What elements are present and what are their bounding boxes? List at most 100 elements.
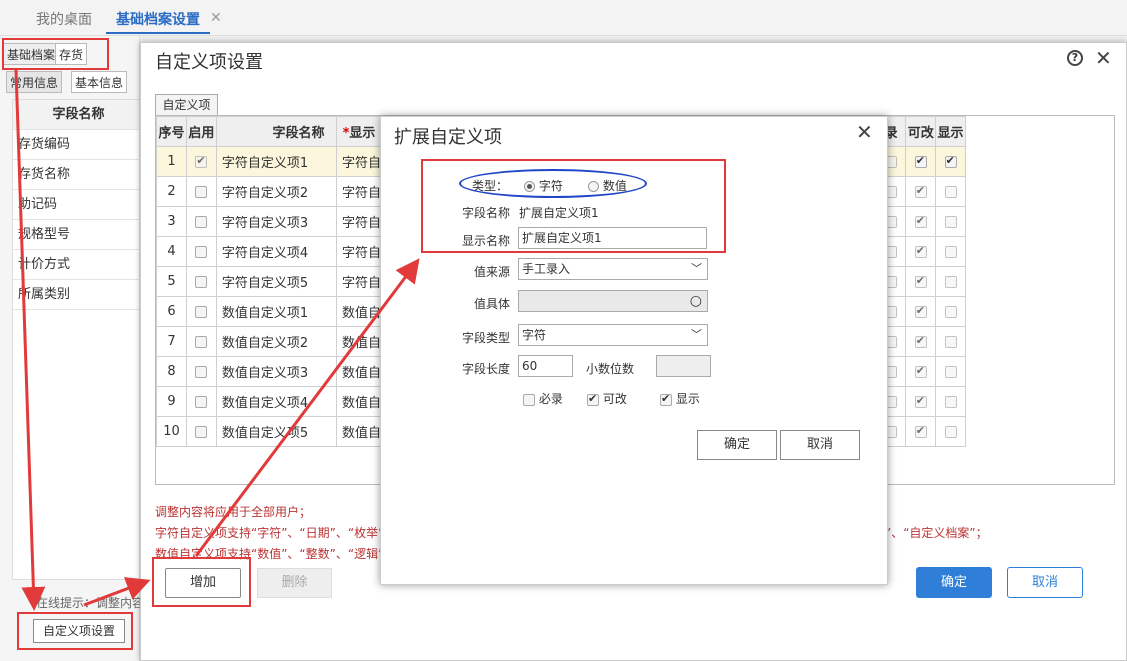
list-item[interactable]: 助记码 — [13, 190, 139, 220]
enabled-cell[interactable] — [185, 386, 217, 417]
table-row[interactable]: 字符自 — [335, 206, 383, 237]
editable-cell[interactable] — [905, 296, 937, 327]
tab-custom-items[interactable]: 自定义项 — [155, 94, 218, 116]
checkbox-icon[interactable] — [944, 215, 957, 228]
field-length-input[interactable]: 60 — [518, 355, 573, 377]
table-row[interactable]: 字符自 — [335, 236, 383, 267]
checkbox-icon[interactable] — [914, 214, 927, 228]
row-display-name[interactable]: 字符自 — [335, 176, 383, 207]
table-row[interactable]: 数值自 — [335, 326, 383, 357]
checkbox-icon[interactable] — [195, 425, 208, 438]
editable-cell[interactable] — [905, 386, 937, 417]
checkbox-icon[interactable] — [944, 305, 957, 318]
enabled-cell[interactable] — [185, 206, 217, 237]
table-row[interactable]: 字符自 — [335, 266, 383, 297]
show-cell[interactable] — [935, 356, 966, 387]
row-display-name[interactable]: 字符自 — [335, 146, 383, 177]
checkbox-icon[interactable] — [914, 424, 927, 438]
table-row[interactable] — [875, 326, 966, 357]
enabled-cell[interactable] — [185, 296, 217, 327]
checkbox-icon[interactable] — [944, 365, 957, 378]
close-icon[interactable]: ✕ — [856, 120, 873, 144]
enabled-cell[interactable] — [185, 266, 217, 297]
table-row[interactable] — [875, 206, 966, 237]
table-row[interactable]: 数值自 — [335, 356, 383, 387]
tab-desktop[interactable]: 我的桌面 — [26, 6, 102, 34]
editable-cell[interactable] — [905, 176, 937, 207]
list-item[interactable]: 所属类别 — [13, 280, 139, 310]
checkbox-icon[interactable] — [195, 245, 208, 258]
row-display-name[interactable]: 数值自 — [335, 386, 383, 417]
table-row[interactable] — [875, 236, 966, 267]
row-display-name[interactable]: 字符自 — [335, 266, 383, 297]
table-row[interactable]: 数值自 — [335, 416, 383, 447]
show-cell[interactable] — [935, 176, 966, 207]
value-source-select[interactable]: 手工录入 ﹀ — [518, 258, 708, 280]
editable-cell[interactable] — [905, 416, 937, 447]
cancel-button[interactable]: 取消 — [1007, 567, 1083, 598]
checkbox-icon[interactable] — [944, 395, 957, 408]
close-tab-icon[interactable]: ✕ — [210, 10, 222, 26]
checkbox-icon[interactable] — [914, 184, 927, 198]
checkbox-icon[interactable] — [914, 244, 927, 258]
show-cell[interactable] — [935, 236, 966, 267]
list-item[interactable]: 计价方式 — [13, 250, 139, 280]
show-cell[interactable] — [935, 146, 966, 177]
field-type-select[interactable]: 字符 ﹀ — [518, 324, 708, 346]
ext-cancel-button[interactable]: 取消 — [780, 430, 860, 460]
table-row[interactable] — [875, 386, 966, 417]
table-row[interactable]: 数值自 — [335, 386, 383, 417]
table-row[interactable]: 数值自 — [335, 296, 383, 327]
checkbox-icon[interactable] — [914, 394, 927, 408]
checkbox-icon[interactable] — [914, 304, 927, 318]
enabled-cell[interactable] — [185, 176, 217, 207]
ext-confirm-button[interactable]: 确定 — [697, 430, 777, 460]
editable-cell[interactable] — [905, 326, 937, 357]
row-display-name[interactable]: 字符自 — [335, 206, 383, 237]
enabled-cell[interactable] — [185, 146, 217, 177]
checkbox-icon[interactable] — [195, 275, 208, 288]
delete-button[interactable]: 删除 — [257, 568, 332, 598]
row-display-name[interactable]: 数值自 — [335, 356, 383, 387]
editable-cell[interactable] — [905, 146, 937, 177]
checkbox-icon[interactable] — [914, 274, 927, 288]
table-row[interactable]: 字符自 — [335, 146, 383, 177]
row-display-name[interactable]: 字符自 — [335, 236, 383, 267]
show-cell[interactable] — [935, 266, 966, 297]
checkbox-icon[interactable] — [195, 215, 208, 228]
show-cell[interactable] — [935, 206, 966, 237]
checkbox-icon[interactable] — [944, 154, 957, 168]
checkbox-icon[interactable] — [195, 365, 208, 378]
tab-common-info[interactable]: 常用信息 — [6, 71, 63, 93]
editable-cell[interactable] — [905, 266, 937, 297]
checkbox-icon[interactable] — [914, 334, 927, 348]
show-cell[interactable] — [935, 416, 966, 447]
list-item[interactable]: 存货编码 — [13, 130, 139, 160]
table-row[interactable] — [875, 416, 966, 447]
checkbox-icon[interactable] — [195, 335, 208, 348]
required-checkbox[interactable]: 必录 — [523, 390, 563, 407]
decimal-places-input[interactable] — [656, 355, 711, 377]
checkbox-icon[interactable] — [195, 185, 208, 198]
checkbox-icon[interactable] — [195, 154, 208, 168]
search-icon[interactable]: ○ — [690, 291, 702, 311]
show-cell[interactable] — [935, 386, 966, 417]
editable-cell[interactable] — [905, 356, 937, 387]
checkbox-icon[interactable] — [914, 364, 927, 378]
table-row[interactable] — [875, 296, 966, 327]
table-row[interactable]: 字符自 — [335, 176, 383, 207]
show-cell[interactable] — [935, 326, 966, 357]
checkbox-icon[interactable] — [944, 185, 957, 198]
checkbox-icon[interactable] — [195, 395, 208, 408]
table-row[interactable] — [875, 146, 966, 177]
checkbox-icon[interactable] — [195, 305, 208, 318]
show-checkbox[interactable]: 显示 — [660, 390, 700, 407]
editable-cell[interactable] — [905, 206, 937, 237]
tab-basic-archive-settings[interactable]: 基础档案设置 — [106, 6, 210, 34]
checkbox-icon[interactable] — [944, 245, 957, 258]
checkbox-icon[interactable] — [944, 275, 957, 288]
confirm-button[interactable]: 确定 — [916, 567, 992, 598]
row-display-name[interactable]: 数值自 — [335, 326, 383, 357]
table-row[interactable] — [875, 176, 966, 207]
row-display-name[interactable]: 数值自 — [335, 296, 383, 327]
